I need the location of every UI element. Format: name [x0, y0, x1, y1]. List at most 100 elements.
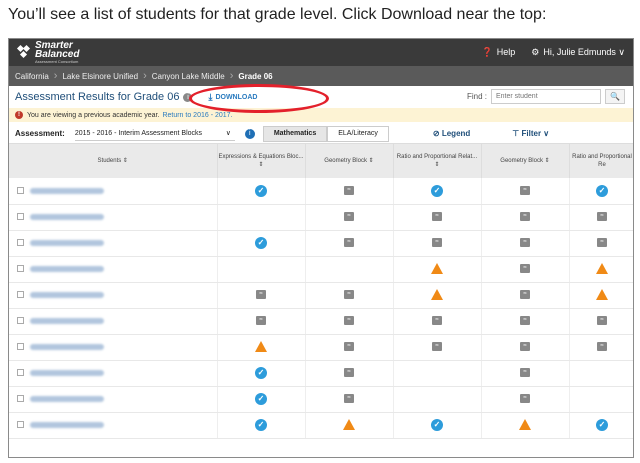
table-row[interactable]: ≈ ≈ ≈ [9, 282, 633, 309]
no-result-icon[interactable]: ≈ [520, 212, 530, 222]
no-result-icon[interactable]: ≈ [520, 290, 530, 300]
row-checkbox[interactable] [17, 395, 24, 403]
no-result-icon[interactable]: ≈ [344, 186, 354, 196]
table-row[interactable]: ≈ ≈ ≈ ≈ ≈ [9, 308, 633, 335]
no-result-icon[interactable]: ≈ [344, 394, 354, 404]
no-result-icon[interactable]: ≈ [597, 212, 607, 222]
assessment-select[interactable]: 2015 - 2016 - Interim Assessment Blocks ∨ [74, 127, 235, 141]
warning-icon[interactable] [431, 263, 443, 275]
return-link[interactable]: Return to 2016 - 2017. [162, 112, 232, 119]
check-icon[interactable]: ✓ [255, 418, 267, 431]
no-result-icon[interactable]: ≈ [432, 342, 442, 352]
table-row[interactable]: ✓ ≈ ≈ ≈ ≈ [9, 230, 633, 257]
check-icon[interactable]: ✓ [255, 184, 267, 197]
breadcrumb-school[interactable]: Canyon Lake Middle [152, 72, 225, 81]
no-result-icon[interactable]: ≈ [520, 394, 530, 404]
no-result-icon[interactable]: ≈ [520, 238, 530, 248]
table-row[interactable]: ≈ ≈ ≈ ≈ [9, 204, 633, 231]
assessment-selected: 2015 - 2016 - Interim Assessment Blocks [74, 129, 203, 137]
check-icon[interactable]: ✓ [255, 236, 267, 249]
help-link[interactable]: ❓ Help [482, 47, 516, 58]
row-checkbox[interactable] [17, 187, 24, 195]
column-geometry-2[interactable]: Geometry Block ⇕ [481, 144, 570, 178]
table-row[interactable]: ≈ ≈ ≈ ≈ [9, 334, 633, 361]
no-result-icon[interactable]: ≈ [597, 238, 607, 248]
student-name-redacted[interactable] [30, 369, 104, 376]
no-result-icon[interactable]: ≈ [520, 186, 530, 196]
score-cell: ≈ [393, 230, 482, 257]
table-row[interactable]: ✓ ≈ ≈ [9, 386, 633, 413]
breadcrumb-district[interactable]: Lake Elsinore Unified [62, 72, 138, 81]
warning-icon[interactable] [255, 341, 267, 353]
no-result-icon[interactable]: ≈ [432, 238, 442, 248]
smarter-balanced-logo[interactable]: Smarter Balanced Assessment Consortium [16, 41, 79, 64]
row-checkbox[interactable] [17, 239, 24, 247]
user-menu[interactable]: ⚙ Hi, Julie Edmunds ∨ [531, 47, 625, 58]
student-name-redacted[interactable] [30, 291, 104, 298]
no-result-icon[interactable]: ≈ [520, 342, 530, 352]
highlight-circle [189, 84, 329, 113]
student-name-redacted[interactable] [30, 265, 104, 272]
no-result-icon[interactable]: ≈ [344, 368, 354, 378]
row-checkbox[interactable] [17, 369, 24, 377]
student-search-input[interactable] [491, 89, 601, 104]
legend-button[interactable]: ⊘ Legend [433, 129, 470, 138]
tab-mathematics[interactable]: Mathematics [262, 125, 328, 142]
no-result-icon[interactable]: ≈ [597, 316, 607, 326]
table-row[interactable]: ✓ ✓ ✓ [9, 412, 633, 439]
student-name-redacted[interactable] [30, 343, 104, 350]
row-checkbox[interactable] [17, 317, 24, 325]
table-row[interactable]: ✓ ≈ ✓ ≈ ✓ [9, 178, 633, 205]
warning-icon[interactable] [431, 289, 443, 301]
table-row[interactable]: ✓ ≈ ≈ [9, 360, 633, 387]
student-cell [9, 256, 218, 283]
no-result-icon[interactable]: ≈ [344, 316, 354, 326]
no-result-icon[interactable]: ≈ [520, 316, 530, 326]
no-result-icon[interactable]: ≈ [344, 238, 354, 248]
student-name-redacted[interactable] [30, 395, 104, 402]
student-name-redacted[interactable] [30, 317, 104, 324]
table-row[interactable]: ≈ [9, 256, 633, 283]
no-result-icon[interactable]: ≈ [344, 290, 354, 300]
warning-icon[interactable] [519, 419, 531, 431]
check-icon[interactable]: ✓ [431, 418, 443, 431]
no-result-icon[interactable]: ≈ [256, 316, 266, 326]
warning-icon[interactable] [596, 289, 608, 301]
check-icon[interactable]: ✓ [255, 392, 267, 405]
row-checkbox[interactable] [17, 343, 24, 351]
column-ratio[interactable]: Ratio and Proportional Relat... ⇕ [393, 144, 482, 178]
no-result-icon[interactable]: ≈ [520, 264, 530, 274]
column-students[interactable]: Students ⇕ [9, 144, 218, 178]
column-ratio-2[interactable]: Ratio and Proportional Re [569, 144, 633, 178]
no-result-icon[interactable]: ≈ [597, 342, 607, 352]
no-result-icon[interactable]: ≈ [432, 316, 442, 326]
breadcrumb-state[interactable]: California [15, 72, 49, 81]
column-expressions[interactable]: Expressions & Equations Bloc... ⇕ [217, 144, 306, 178]
no-result-icon[interactable]: ≈ [432, 212, 442, 222]
column-geometry[interactable]: Geometry Block ⇕ [305, 144, 394, 178]
row-checkbox[interactable] [17, 421, 24, 429]
search-button[interactable]: 🔍 [605, 89, 625, 104]
warning-icon[interactable] [596, 263, 608, 275]
assessment-info-icon[interactable]: i [244, 128, 255, 139]
no-result-icon[interactable]: ≈ [344, 212, 354, 222]
student-name-redacted[interactable] [30, 421, 104, 428]
row-checkbox[interactable] [17, 213, 24, 221]
no-result-icon[interactable]: ≈ [344, 342, 354, 352]
student-name-redacted[interactable] [30, 239, 104, 246]
check-icon[interactable]: ✓ [596, 184, 608, 197]
check-icon[interactable]: ✓ [596, 418, 608, 431]
filter-button[interactable]: ⊤ Filter ∨ [512, 129, 549, 138]
warning-icon[interactable] [343, 419, 355, 431]
check-icon[interactable]: ✓ [255, 366, 267, 379]
row-checkbox[interactable] [17, 291, 24, 299]
logo-mark-icon [16, 44, 31, 61]
row-checkbox[interactable] [17, 265, 24, 273]
student-name-redacted[interactable] [30, 213, 104, 220]
student-name-redacted[interactable] [30, 187, 104, 194]
check-icon[interactable]: ✓ [431, 184, 443, 197]
tab-ela-literacy[interactable]: ELA/Literacy [327, 125, 389, 142]
no-result-icon[interactable]: ≈ [520, 368, 530, 378]
no-result-icon[interactable]: ≈ [256, 290, 266, 300]
score-cell: ≈ [393, 204, 482, 231]
